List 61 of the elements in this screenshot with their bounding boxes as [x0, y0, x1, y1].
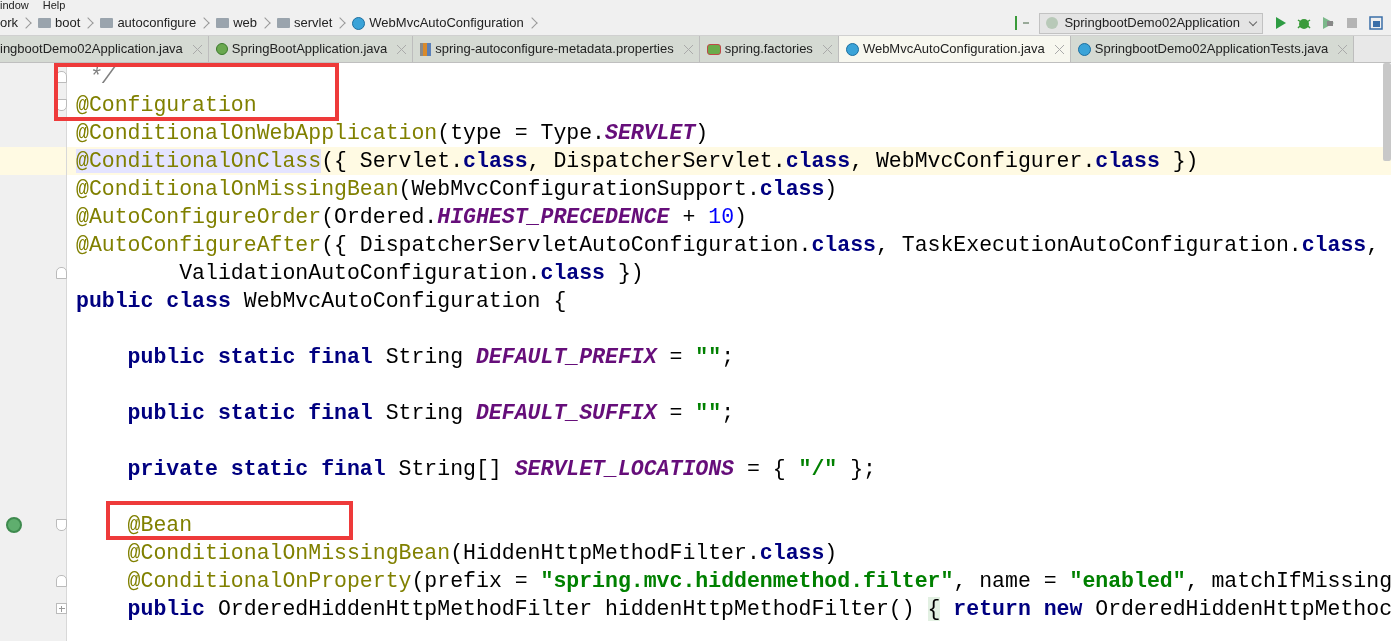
app-icon	[1046, 17, 1059, 29]
run-config-dropdown[interactable]: SpringbootDemo02Application	[1039, 12, 1263, 34]
breadcrumb-item[interactable]: autoconfigure	[100, 13, 197, 33]
code-line: public static final String DEFAULT_PREFIX = "";	[126, 347, 735, 367]
code-line: @ConditionalOnMissingBean(HiddenHttpMethodFilter.class)	[126, 543, 838, 563]
file-icon	[420, 42, 432, 56]
folder-icon	[38, 18, 52, 28]
coverage-icon[interactable]	[1321, 16, 1335, 30]
file-icon	[1077, 42, 1091, 56]
code-line: private static final String[] SERVLET_LOCATIONS = { "/" };	[126, 459, 876, 479]
fold-marker-icon[interactable]	[56, 603, 67, 614]
code-line: public static final String DEFAULT_SUFFIX = "";	[126, 403, 735, 423]
fold-marker-icon[interactable]	[56, 71, 67, 83]
code-line: @ConditionalOnWebApplication(type = Type.SERVLET)	[76, 123, 709, 143]
fold-marker-icon[interactable]	[56, 267, 67, 279]
code-line: ValidationAutoConfiguration.class })	[178, 263, 644, 283]
code-line: @AutoConfigureOrder(Ordered.HIGHEST_PRECEDENCE + 10)	[76, 207, 747, 227]
structure-icon[interactable]	[1369, 16, 1383, 30]
stop-icon[interactable]	[1345, 16, 1359, 30]
editor-tab[interactable]: SpringbootDemo02ApplicationTests.java	[1070, 36, 1355, 62]
code-line: */	[87, 67, 115, 87]
breadcrumb-item[interactable]: ork	[0, 13, 19, 33]
code-line: @Configuration	[76, 95, 257, 115]
fold-marker-icon[interactable]	[56, 575, 67, 587]
close-icon[interactable]	[1338, 44, 1348, 54]
breadcrumb-item[interactable]: WebMvcAutoConfiguration	[352, 13, 524, 33]
file-icon	[215, 43, 228, 55]
close-icon[interactable]	[1054, 44, 1064, 54]
code-line: @ConditionalOnClass({ Servlet.class, DispatcherServlet.class, WebMvcConfigurer.class })	[76, 151, 1199, 171]
folder-icon	[277, 18, 290, 28]
file-icon	[706, 43, 721, 55]
close-icon[interactable]	[192, 44, 202, 54]
code-line: public OrderedHiddenHttpMethodFilter hiddenHttpMethodFilter() { return new OrderedHiddenHttpMethoc	[126, 599, 1391, 619]
close-icon[interactable]	[683, 44, 693, 54]
editor-tab[interactable]: ingbootDemo02Application.java	[0, 36, 209, 62]
breadcrumb-item[interactable]: servlet	[277, 13, 333, 33]
run-icon[interactable]	[1273, 16, 1287, 30]
folder-icon	[216, 18, 230, 28]
code-line: @Bean	[126, 515, 193, 535]
scrollbar-thumb[interactable]	[1383, 63, 1391, 161]
code-line: @ConditionalOnMissingBean(WebMvcConfigurationSupport.class)	[76, 179, 838, 199]
folder-icon	[100, 18, 114, 28]
fold-marker-icon[interactable]	[56, 519, 67, 531]
close-icon[interactable]	[397, 44, 407, 54]
breadcrumb-item[interactable]: boot	[38, 13, 81, 33]
fold-marker-icon[interactable]	[56, 99, 67, 111]
code-line: @ConditionalOnProperty(prefix = "spring.mvc.hiddenmethod.filter", name = "enabled", matchIfMissing	[126, 571, 1391, 591]
editor-tab[interactable]: spring.factories	[699, 36, 839, 62]
bean-icon[interactable]	[6, 517, 22, 533]
code-line: public class WebMvcAutoConfiguration {	[76, 291, 567, 311]
menu-item[interactable]: Help	[42, 0, 66, 11]
editor-tab[interactable]: SpringBootApplication.java	[208, 36, 414, 62]
bug-icon[interactable]	[1297, 16, 1311, 30]
code-line: @AutoConfigureAfter({ DispatcherServletAutoConfiguration.class, TaskExecutionAutoConfiguration.class,	[76, 235, 1380, 255]
file-icon	[845, 42, 859, 56]
editor-tab[interactable]: spring-autoconfigure-metadata.properties	[413, 36, 700, 62]
class-icon	[352, 16, 366, 30]
menu-item[interactable]: indow	[0, 0, 29, 11]
editor-tab[interactable]: WebMvcAutoConfiguration.java	[838, 36, 1071, 62]
close-icon[interactable]	[822, 44, 832, 54]
breadcrumb-item[interactable]: web	[216, 13, 257, 33]
